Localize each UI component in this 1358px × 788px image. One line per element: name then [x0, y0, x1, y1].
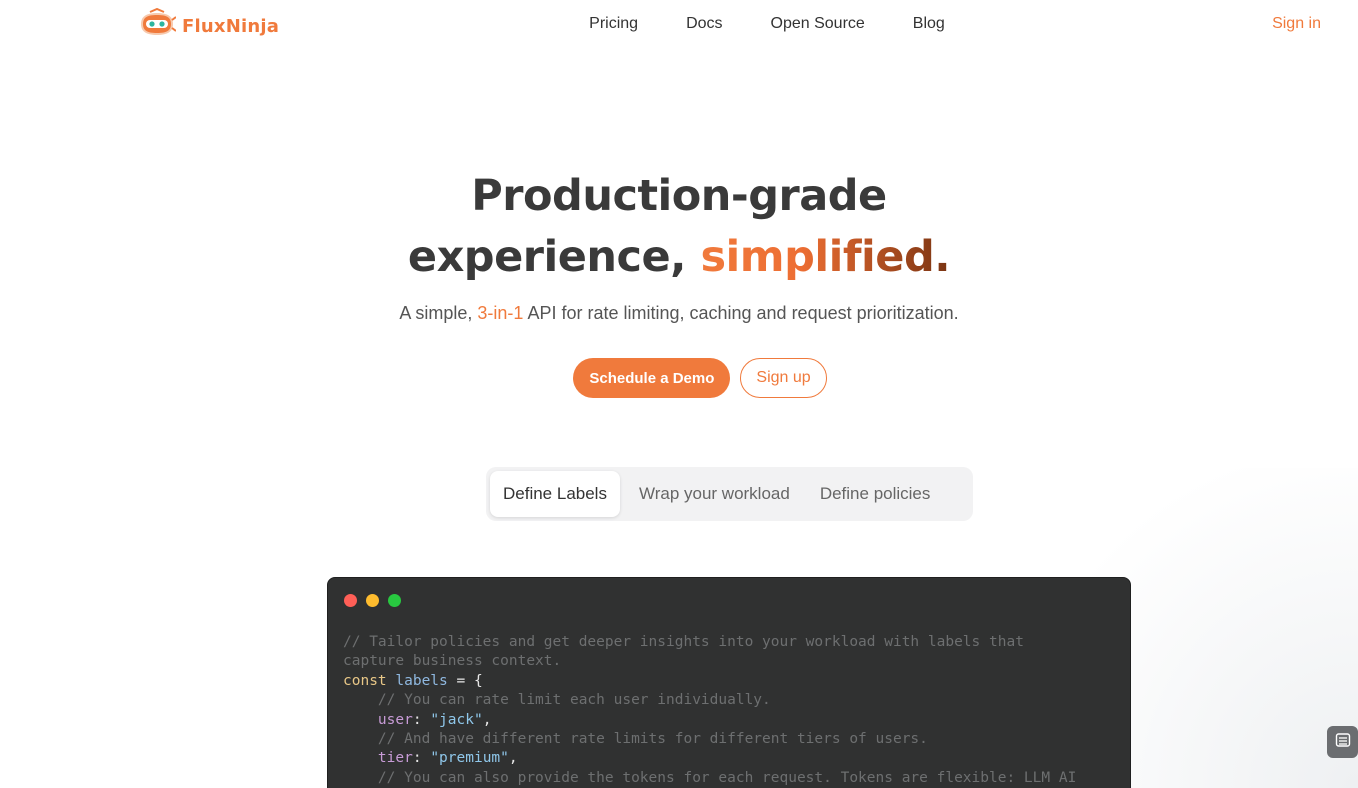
- code-string: "jack": [430, 711, 483, 728]
- close-dot-icon: [344, 594, 357, 607]
- subtitle-suffix: API for rate limiting, caching and reque…: [527, 303, 959, 323]
- code-keyword: const: [343, 672, 387, 689]
- code-comment: // And have different rate limits for di…: [343, 731, 928, 748]
- tab-wrap-your-workload[interactable]: Wrap your workload: [626, 471, 803, 517]
- code-block: // Tailor policies and get deeper insigh…: [343, 634, 1077, 786]
- site-header: FluxNinja Pricing Docs Open Source Blog …: [0, 0, 1358, 52]
- code-comment: // Tailor policies and get deeper insigh…: [343, 634, 1024, 650]
- schedule-demo-button[interactable]: Schedule a Demo: [573, 358, 731, 398]
- code-property: tier: [377, 750, 413, 767]
- hero-title-line1: Production-grade: [471, 171, 887, 221]
- nav-blog[interactable]: Blog: [913, 15, 945, 33]
- code-string: "premium": [430, 750, 509, 767]
- subtitle-highlight: 3-in-1: [477, 303, 524, 323]
- code-operator: = {: [447, 672, 483, 689]
- chat-widget-button[interactable]: [1327, 726, 1358, 758]
- cta-row: Schedule a Demo Sign up: [0, 358, 1358, 398]
- hero-title: Production-grade experience, simplified.: [0, 166, 1358, 288]
- hero-subtitle: A simple, 3-in-1 API for rate limiting, …: [0, 303, 1358, 324]
- code-comment: // You can also provide the tokens for e…: [343, 769, 1077, 786]
- subtitle-prefix: A simple,: [399, 303, 473, 323]
- code-window: // Tailor policies and get deeper insigh…: [327, 577, 1131, 788]
- tab-define-policies[interactable]: Define policies: [807, 471, 944, 517]
- window-controls: [344, 594, 401, 607]
- sign-up-button[interactable]: Sign up: [740, 358, 827, 398]
- nav-pricing[interactable]: Pricing: [589, 15, 638, 33]
- code-property: user: [377, 711, 413, 728]
- minimize-dot-icon: [366, 594, 379, 607]
- maximize-dot-icon: [388, 594, 401, 607]
- code-tabs: Define Labels Wrap your workload Define …: [486, 467, 973, 521]
- chat-list-icon: [1335, 732, 1351, 753]
- sign-in-link[interactable]: Sign in: [1272, 15, 1321, 33]
- main-nav: Pricing Docs Open Source Blog: [0, 15, 1358, 33]
- nav-docs[interactable]: Docs: [686, 15, 722, 33]
- tab-define-labels[interactable]: Define Labels: [490, 471, 620, 517]
- hero-title-line2: experience,: [407, 232, 687, 282]
- nav-open-source[interactable]: Open Source: [771, 15, 865, 33]
- code-comment: capture business context.: [343, 653, 562, 670]
- hero-title-accent: simplified.: [700, 232, 951, 282]
- code-comment: // You can rate limit each user individu…: [343, 692, 771, 709]
- code-variable: labels: [395, 672, 448, 689]
